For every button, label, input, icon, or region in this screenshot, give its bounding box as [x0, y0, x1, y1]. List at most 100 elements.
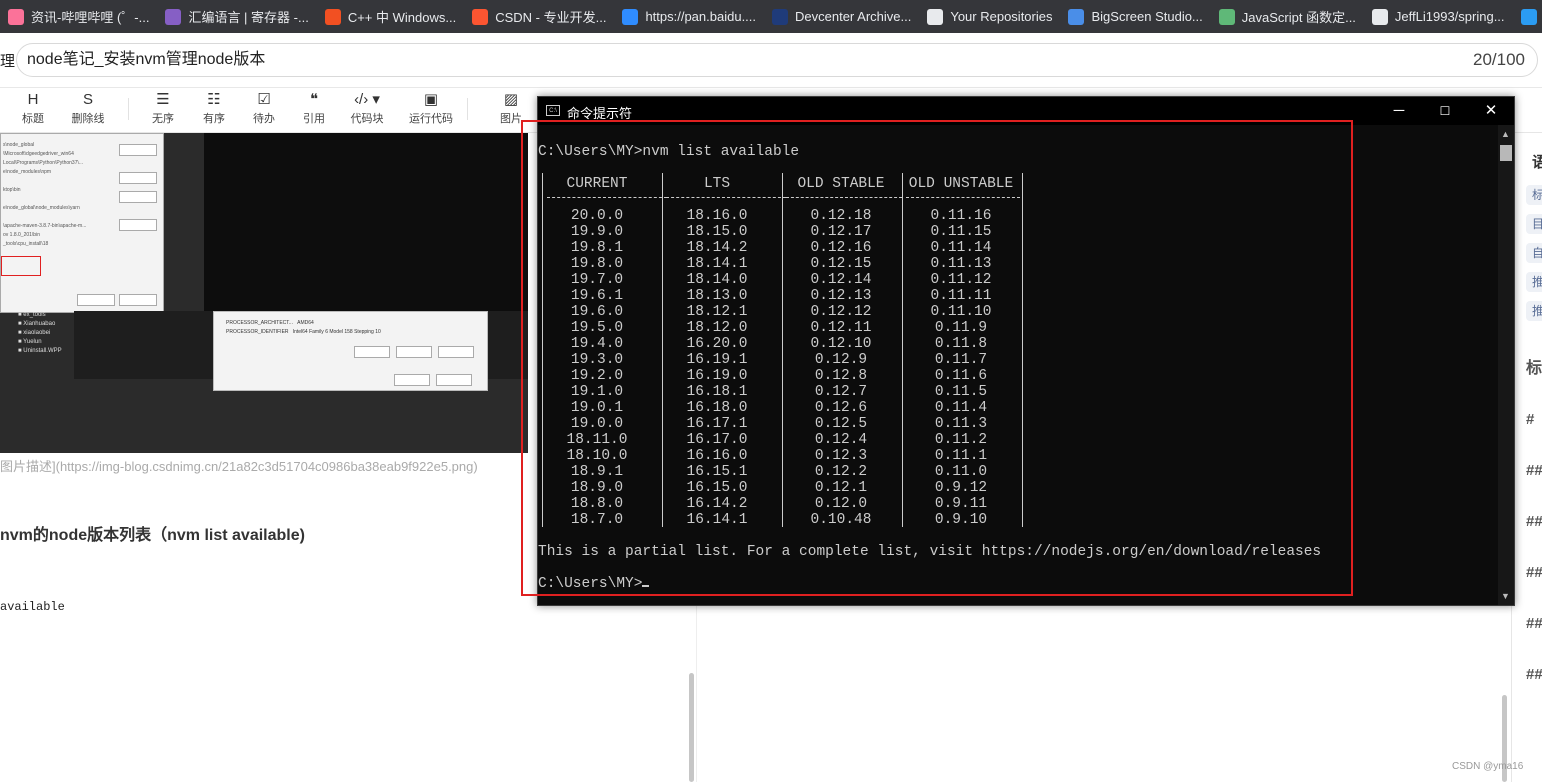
bookmark-item[interactable]: 资讯-哔哩哔哩 (゜-...: [0, 0, 157, 33]
table-cell: 18.12.0: [686, 320, 748, 336]
github-icon: [1371, 8, 1388, 25]
minimize-button[interactable]: ─: [1376, 97, 1422, 125]
cmd-console-output[interactable]: C:\Users\MY>nvm list available This is a…: [538, 125, 1498, 605]
maximize-button[interactable]: ☐: [1422, 97, 1468, 125]
table-cell: 19.1.0: [570, 384, 624, 400]
bookmark-item[interactable]: https://pan.baidu....: [614, 0, 764, 33]
sidebar-heading-item[interactable]: ##: [1526, 513, 1542, 530]
code-block-button[interactable]: ‹/› ▾ 代码块: [339, 90, 395, 126]
bookmark-item[interactable]: BigScreen Studio...: [1060, 0, 1210, 33]
table-header-cell: CURRENT: [566, 176, 628, 192]
strikethrough-button[interactable]: S 删除线: [60, 90, 116, 126]
code-line: available: [0, 600, 65, 614]
table-cell: 0.12.0: [814, 496, 868, 512]
bookmark-item[interactable]: Your Repositories: [919, 0, 1060, 33]
table-cell: 0.12.8: [814, 368, 868, 384]
table-cell: 16.19.0: [686, 368, 748, 384]
table-cell: 0.12.15: [810, 256, 872, 272]
sidebar-heading-item[interactable]: ##: [1526, 615, 1542, 632]
bookmark-label: Your Repositories: [950, 9, 1053, 24]
table-header-divider: [666, 197, 786, 199]
table-cell: 0.11.6: [934, 368, 988, 384]
sidebar-section-title: 标: [1526, 360, 1542, 377]
bookmark-item[interactable]: Devcenter Archive...: [764, 0, 919, 33]
close-button[interactable]: ✕: [1468, 97, 1514, 125]
ordered-list-icon: ☷: [207, 91, 221, 108]
title-row-lead-text: 理: [0, 53, 16, 70]
table-cell: 0.11.14: [930, 240, 992, 256]
bookmark-label: CSDN - 专业开发...: [495, 10, 607, 25]
table-cell: 18.7.0: [570, 512, 624, 528]
toolbar-label: 图片: [500, 113, 522, 125]
ordered-list-button[interactable]: ☷ 有序: [186, 90, 242, 126]
sidebar-heading-item[interactable]: ##: [1526, 666, 1542, 683]
table-column-divider: [1022, 173, 1023, 527]
image-button[interactable]: ▨ 图片: [483, 90, 539, 126]
table-header-cell: LTS: [703, 176, 731, 192]
table-cell: 0.12.2: [814, 464, 868, 480]
table-cell: 18.8.0: [570, 496, 624, 512]
editor-scrollbar[interactable]: [689, 673, 694, 782]
table-cell: 0.12.11: [810, 320, 872, 336]
sidebar-tag[interactable]: 推: [1526, 301, 1542, 321]
bookmark-item[interactable]: 汇编语言 | 寄存器 -...: [157, 0, 316, 33]
cmd-scroll-thumb[interactable]: [1500, 145, 1512, 161]
table-cell: 0.9.11: [934, 496, 988, 512]
todo-button[interactable]: ☑ 待办: [236, 90, 292, 126]
sidebar-tag[interactable]: 目: [1526, 214, 1542, 234]
bookmark-item[interactable]: CSDN - 专业开发...: [464, 0, 614, 33]
table-cell: 0.11.15: [930, 224, 992, 240]
section-heading: nvm的node版本列表（nvm list available): [0, 527, 305, 544]
sidebar-tag[interactable]: 标: [1526, 185, 1542, 205]
scroll-up-arrow-icon[interactable]: ▲: [1501, 129, 1510, 139]
bookmark-item[interactable]: C++ 中 Windows...: [317, 0, 464, 33]
bookmark-item[interactable]: JeffLi1993/spring...: [1364, 0, 1513, 33]
scroll-down-arrow-icon[interactable]: ▼: [1501, 591, 1510, 601]
table-cell: 16.15.1: [686, 464, 748, 480]
table-cell: 16.19.1: [686, 352, 748, 368]
system-properties-dialog-image: PROCESSOR_ARCHITECT... AMD64 PROCESSOR_I…: [213, 311, 488, 391]
table-header-divider: [906, 197, 1020, 199]
table-cell: 16.20.0: [686, 336, 748, 352]
table-cell: 0.9.12: [934, 480, 988, 496]
quote-button[interactable]: ❝ 引用: [286, 90, 342, 126]
bookmark-label: C++ 中 Windows...: [347, 10, 457, 25]
table-cell: 18.12.1: [686, 304, 748, 320]
bookmark-item[interactable]: 首页 | 高: [1513, 0, 1542, 33]
image-icon: ▨: [503, 91, 519, 108]
bigscreen-icon: [1068, 8, 1085, 25]
table-cell: 0.12.17: [810, 224, 872, 240]
sidebar-heading-item[interactable]: #: [1526, 411, 1534, 428]
run-code-button[interactable]: ▣ 运行代码: [403, 90, 459, 126]
table-cell: 0.10.48: [810, 512, 872, 528]
todo-icon: ☑: [257, 91, 271, 108]
bookmarks-bar: 资讯-哔哩哔哩 (゜-... 汇编语言 | 寄存器 -... C++ 中 Windo…: [0, 0, 1542, 33]
command-prompt-window[interactable]: C:\ 命令提示符 ─ ☐ ✕ C:\Users\MY>nvm list ava…: [537, 96, 1515, 606]
sidebar-heading-item[interactable]: ##: [1526, 564, 1542, 581]
heading-button[interactable]: H 标题: [5, 90, 61, 126]
title-char-count: 20/100: [1473, 50, 1525, 69]
table-cell: 0.12.9: [814, 352, 868, 368]
cmd-titlebar[interactable]: C:\ 命令提示符 ─ ☐ ✕: [538, 97, 1514, 125]
baidu-pan-icon: [622, 8, 639, 25]
terminal-image-region: [204, 133, 528, 313]
sidebar-tag[interactable]: 自: [1526, 243, 1542, 263]
sidebar-heading-item[interactable]: ##: [1526, 462, 1542, 479]
table-cell: 0.12.7: [814, 384, 868, 400]
table-cell: 19.0.1: [570, 400, 624, 416]
cmd-prompt-line: C:\Users\MY>: [538, 576, 650, 592]
table-cell: 0.11.10: [930, 304, 992, 320]
bookmark-item[interactable]: JavaScript 函数定...: [1211, 0, 1364, 33]
table-cell: 18.15.0: [686, 224, 748, 240]
article-title-input[interactable]: node笔记_安装nvm管理node版本 20/100: [16, 43, 1538, 77]
sidebar-tag[interactable]: 推: [1526, 272, 1542, 292]
unordered-list-button[interactable]: ☰ 无序: [135, 90, 191, 126]
table-cell: 16.18.0: [686, 400, 748, 416]
table-cell: 0.12.1: [814, 480, 868, 496]
bookmark-label: JavaScript 函数定...: [1241, 10, 1356, 25]
table-cell: 0.11.16: [930, 208, 992, 224]
visual-studio-icon: [165, 8, 182, 25]
table-cell: 0.11.1: [934, 448, 988, 464]
cmd-command-line: C:\Users\MY>nvm list available: [538, 144, 800, 160]
cmd-scrollbar[interactable]: ▲ ▼: [1498, 125, 1514, 605]
